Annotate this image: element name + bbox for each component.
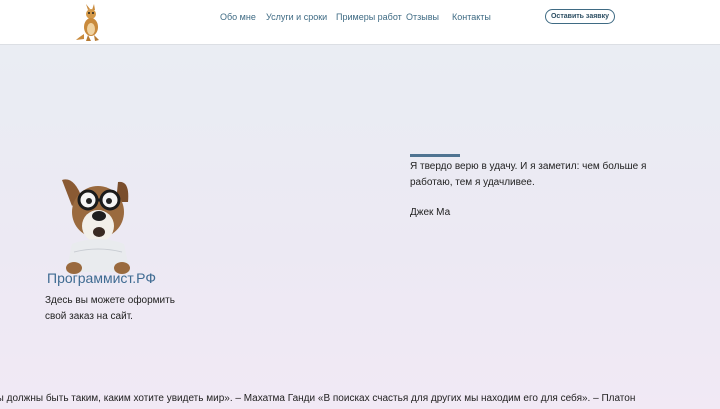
nav-services[interactable]: Услуги и сроки <box>266 12 327 23</box>
ticker-text: Вы должны быть таким, каким хотите увиде… <box>0 393 636 404</box>
brand-name: Программист.РФ <box>47 270 156 286</box>
site-header: Обо мне Услуги и сроки Примеры работ Отз… <box>0 0 720 45</box>
nav-portfolio[interactable]: Примеры работ <box>336 12 402 23</box>
quote-author: Джек Ма <box>410 207 451 218</box>
nav-contacts[interactable]: Контакты <box>452 12 491 23</box>
request-button[interactable]: Оставить заявку <box>545 9 615 24</box>
hero-description: Здесь вы можете оформить свой заказ на с… <box>45 295 175 322</box>
nav-about[interactable]: Обо мне <box>220 12 256 23</box>
quotes-ticker: Вы должны быть таким, каким хотите увиде… <box>0 392 720 406</box>
quote-text: Я твердо верю в удачу. И я заметил: чем … <box>410 161 647 188</box>
quote-divider <box>410 154 460 157</box>
dog-with-glasses-icon <box>62 179 130 274</box>
nav-reviews[interactable]: Отзывы <box>406 12 439 23</box>
